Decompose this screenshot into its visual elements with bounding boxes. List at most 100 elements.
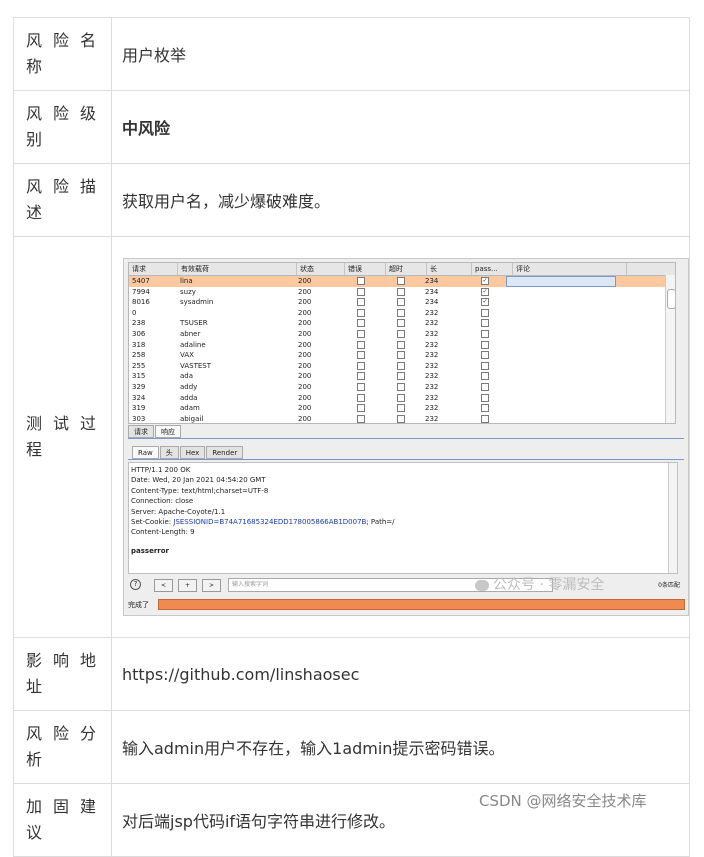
table-row[interactable]: 329 addy 200 232 [129, 382, 675, 393]
table-row[interactable]: 238 TSUSER 200 232 [129, 318, 675, 329]
col-timeout[interactable]: 超时 [386, 263, 427, 275]
row-risk-name: 风险名称 用户枚举 [13, 17, 690, 91]
label-risk-description: 风险描述 [13, 163, 112, 237]
cell-pass [466, 350, 506, 361]
table-row[interactable]: 318 adaline 200 232 [129, 340, 675, 351]
cell-payload: ada [180, 372, 194, 381]
cell-length: 232 [425, 393, 439, 402]
cell-timeout [382, 318, 422, 329]
table-row[interactable]: 0 200 232 [129, 308, 675, 319]
col-status[interactable]: 状态 [297, 263, 345, 275]
table-row[interactable]: 8016 sysadmin 200 234 ✓ [129, 297, 675, 308]
table-row[interactable]: 319 adam 200 232 [129, 403, 675, 414]
burp-intruder-screenshot: 请求 有效载荷 状态 错误 超时 长 pass... 评论 5407 lina 20… [123, 258, 689, 616]
cell-status: 200 [298, 277, 312, 285]
cell-comment [506, 393, 619, 404]
help-icon[interactable]: ? [130, 579, 141, 590]
cell-request: 238 [132, 319, 146, 328]
col-pass[interactable]: pass... [472, 263, 513, 275]
table-row[interactable]: 7994 suzy 200 234 ✓ [129, 287, 675, 298]
response-viewer[interactable]: HTTP/1.1 200 OK Date: Wed, 20 Jan 2021 0… [128, 462, 678, 574]
cell-error [342, 340, 382, 351]
checkbox [397, 382, 405, 391]
tab-headers[interactable]: 头 [159, 446, 179, 459]
response-scrollbar[interactable] [668, 463, 677, 573]
csdn-watermark: CSDN @网络安全技术库 [479, 792, 647, 810]
cookie-value: JSESSIONID=B74A71685324EDD178005866AB1D0… [173, 518, 367, 527]
tab-render[interactable]: Render [206, 446, 244, 459]
cell-comment [506, 361, 619, 372]
cell-request: 303 [132, 414, 146, 423]
value-risk-name: 用户枚举 [111, 17, 690, 91]
cell-status: 200 [298, 393, 312, 402]
cell-length: 232 [425, 414, 439, 423]
cell-comment [506, 318, 619, 329]
cell-length: 232 [425, 351, 439, 360]
cell-status: 200 [298, 404, 312, 413]
table-row[interactable]: 324 adda 200 232 [129, 393, 675, 404]
cell-error [342, 371, 382, 382]
col-comment[interactable]: 评论 [513, 263, 627, 275]
cell-error [342, 361, 382, 372]
cell-pass: ✓ [466, 276, 506, 287]
response-cookie-line: Set-Cookie: JSESSIONID=B74A71685324EDD17… [131, 517, 677, 527]
cell-payload [177, 308, 295, 319]
cell-request: 318 [132, 340, 146, 349]
table-row[interactable]: 303 abigail 200 232 [129, 414, 675, 423]
cell-error [342, 297, 382, 308]
table-row[interactable]: 306 abner 200 232 [129, 329, 675, 340]
cell-error [342, 329, 382, 340]
col-error[interactable]: 错误 [345, 263, 386, 275]
label-affected-address: 影响地址 [13, 637, 112, 711]
checkbox [357, 277, 365, 285]
cell-payload: adaline [180, 340, 206, 349]
cell-pass [466, 382, 506, 393]
cell-pass [466, 403, 506, 414]
checkbox [357, 319, 365, 328]
checkbox [397, 361, 405, 370]
checkbox [397, 414, 405, 423]
cell-pass: ✓ [466, 297, 506, 308]
next-match-button[interactable]: > [202, 579, 221, 592]
cell-length: 234 [425, 287, 439, 296]
cell-timeout [382, 329, 422, 340]
tab-raw[interactable]: Raw [132, 446, 159, 459]
cell-error [342, 403, 382, 414]
col-payload[interactable]: 有效载荷 [178, 263, 297, 275]
cell-timeout [382, 414, 422, 423]
cell-length: 232 [425, 340, 439, 349]
checkbox [481, 340, 489, 349]
status-bar: 完成了 [124, 597, 688, 612]
cell-request: 324 [132, 393, 146, 402]
cell-payload: addy [180, 382, 198, 391]
table-row[interactable]: 255 VASTEST 200 232 [129, 361, 675, 372]
table-row[interactable]: 315 ada 200 232 [129, 371, 675, 382]
tab-response[interactable]: 响应 [155, 425, 181, 438]
col-length[interactable]: 长 [427, 263, 472, 275]
checkbox [397, 351, 405, 360]
cell-request: 8016 [132, 298, 150, 307]
cell-comment [506, 340, 619, 351]
table-row[interactable]: 5407 lina 200 234 ✓ [129, 276, 675, 287]
checkbox [357, 340, 365, 349]
status-text: 完成了 [128, 601, 149, 609]
cell-request: 306 [132, 329, 146, 338]
results-scrollbar[interactable] [665, 275, 675, 423]
cell-status: 200 [298, 308, 312, 317]
cell-request: 315 [132, 372, 146, 381]
scrollbar-thumb[interactable] [667, 289, 675, 309]
checkbox [481, 351, 489, 360]
value-affected-address: https://github.com/linshaosec [111, 637, 690, 711]
cell-payload: sysadmin [180, 298, 214, 307]
col-request[interactable]: 请求 [129, 263, 178, 275]
check-icon: ✓ [481, 277, 489, 285]
prev-match-button[interactable]: < [154, 579, 173, 592]
table-row[interactable]: 258 VAX 200 232 [129, 350, 675, 361]
cell-pass [466, 414, 506, 423]
tab-hex[interactable]: Hex [179, 446, 206, 459]
cell-comment [506, 350, 619, 361]
cell-request: 258 [132, 351, 146, 360]
tab-request[interactable]: 请求 [128, 425, 154, 438]
cell-payload: VAX [180, 351, 194, 360]
add-button[interactable]: + [178, 579, 197, 592]
